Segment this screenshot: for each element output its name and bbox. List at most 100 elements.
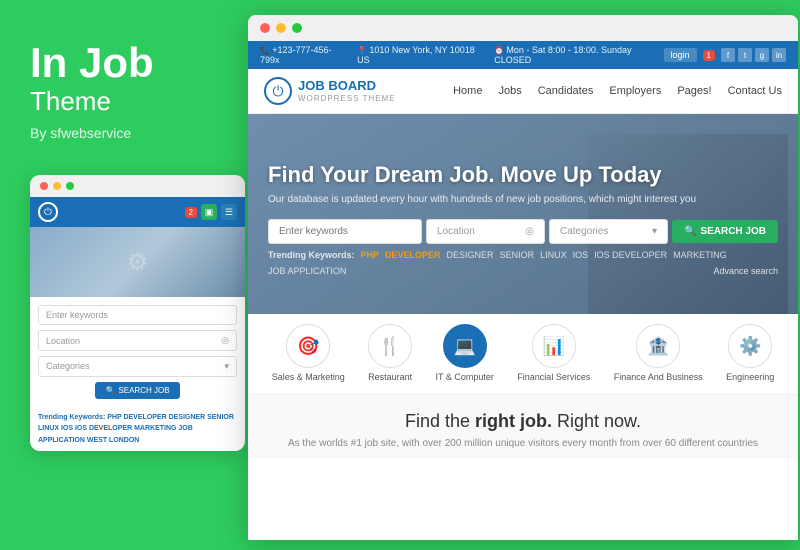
category-label: Sales & Marketing — [272, 372, 345, 384]
mini-logo-icon: ⏻ — [38, 202, 58, 222]
mini-hero: ⚙ — [30, 227, 245, 297]
main-browser: +123-777-456-799x 1010 New York, NY 1001… — [248, 15, 798, 540]
keyword-input[interactable] — [268, 219, 422, 244]
mini-browser-bar — [30, 175, 245, 197]
trending-tag-php[interactable]: PHP — [361, 250, 380, 260]
mini-browser: ⏻ 2 ▣ ☰ ⚙ Enter keywords Location ◎ — [30, 175, 245, 451]
mini-nav-icons: 2 ▣ ☰ — [185, 204, 237, 220]
topbar-address: 1010 New York, NY 10018 US — [357, 45, 484, 65]
category-item[interactable]: 🎯 Sales & Marketing — [272, 324, 345, 384]
brand-title: In Job — [30, 40, 218, 86]
category-icon: 🏦 — [636, 324, 680, 368]
category-item[interactable]: ⚙️Engineering — [726, 324, 774, 384]
mini-dot-green — [66, 182, 74, 190]
mini-nav: ⏻ 2 ▣ ☰ — [30, 197, 245, 227]
search-icon: 🔍 — [684, 226, 696, 237]
trending-row: Trending Keywords: PHP DEVELOPER DESIGNE… — [268, 250, 778, 276]
nav-item-jobs[interactable]: Jobs — [498, 85, 521, 97]
mini-badge: 2 — [185, 207, 197, 218]
topbar-hours: Mon - Sat 8:00 - 18:00. Sunday CLOSED — [494, 45, 663, 65]
categories-input[interactable]: Categories ▾ — [549, 219, 668, 244]
mini-trending: Trending Keywords: PHP DEVELOPER DESIGNE… — [30, 407, 245, 451]
brand-author: By sfwebservice — [30, 125, 218, 141]
linkedin-icon[interactable]: in — [772, 48, 786, 62]
main-browser-bar — [248, 15, 798, 41]
google-icon[interactable]: g — [755, 48, 769, 62]
main-dot-yellow — [276, 23, 286, 33]
mini-dot-red — [40, 182, 48, 190]
brand-subtitle: Theme — [30, 86, 218, 117]
category-label: IT & Computer — [436, 372, 494, 384]
nav-item-candidates[interactable]: Candidates — [538, 85, 594, 97]
topbar-right: login 1 f t g in — [664, 48, 786, 62]
hero-subtitle: Our database is updated every hour with … — [268, 194, 778, 205]
category-label: Restaurant — [368, 372, 412, 384]
site-hero: Find Your Dream Job. Move Up Today Our d… — [248, 114, 798, 314]
trending-tag-designer[interactable]: DESIGNER — [447, 250, 494, 260]
trending-tag-marketing[interactable]: MARKETING — [673, 250, 727, 260]
logo-text-block: JOB BOARD WORDPRESS THEME — [298, 79, 396, 102]
category-icon: 💻 — [443, 324, 487, 368]
bottom-desc: As the worlds #1 job site, with over 200… — [268, 438, 778, 449]
notif-badge: 1 — [703, 50, 715, 61]
main-dot-green — [292, 23, 302, 33]
trending-tag-senior[interactable]: SENIOR — [500, 250, 535, 260]
search-bar: Location ◎ Categories ▾ 🔍 SEARCH JOB — [268, 219, 778, 244]
chevron-down-icon: ▾ — [652, 226, 657, 237]
site-header: ⏻ JOB BOARD WORDPRESS THEME Home Jobs Cand… — [248, 69, 798, 114]
trending-label: Trending Keywords: — [268, 250, 355, 260]
trending-tag-ios[interactable]: IOS — [573, 250, 589, 260]
site-topbar: +123-777-456-799x 1010 New York, NY 1001… — [248, 41, 798, 69]
logo-icon: ⏻ — [264, 77, 292, 105]
mini-green-icon: ▣ — [201, 204, 217, 220]
search-job-button[interactable]: 🔍 SEARCH JOB — [672, 220, 778, 243]
nav-item-employers[interactable]: Employers — [609, 85, 661, 97]
facebook-icon[interactable]: f — [721, 48, 735, 62]
logo-subtext: WORDPRESS THEME — [298, 94, 396, 103]
twitter-icon[interactable]: t — [738, 48, 752, 62]
search-icon: 🔍 — [105, 386, 115, 395]
category-icon: ⚙️ — [728, 324, 772, 368]
location-input[interactable]: Location ◎ — [426, 219, 545, 244]
mini-keyword-input[interactable]: Enter keywords — [38, 305, 237, 325]
trending-tag-ios-dev[interactable]: IOS DEVELOPER — [594, 250, 667, 260]
bottom-section: Find the right job. Right now. As the wo… — [248, 395, 798, 459]
category-item[interactable]: 🍴 Restaurant — [368, 324, 412, 384]
location-pin-icon: ◎ — [525, 226, 534, 237]
hero-content: Find Your Dream Job. Move Up Today Our d… — [248, 114, 798, 314]
category-icon: 🍴 — [368, 324, 412, 368]
category-item[interactable]: 💻 IT & Computer — [436, 324, 494, 384]
social-icons: f t g in — [721, 48, 786, 62]
category-item[interactable]: 📊Financial Services — [517, 324, 590, 384]
topbar-left: +123-777-456-799x 1010 New York, NY 1001… — [260, 45, 664, 65]
mini-location-input[interactable]: Location ◎ — [38, 330, 237, 351]
hero-title: Find Your Dream Job. Move Up Today — [268, 162, 778, 188]
category-label: Finance And Business — [614, 372, 703, 384]
site-logo: ⏻ JOB BOARD WORDPRESS THEME — [264, 77, 396, 105]
advance-search-link[interactable]: Advance search — [713, 266, 778, 276]
topbar-phone: +123-777-456-799x — [260, 45, 347, 65]
mini-hero-bg: ⚙ — [30, 227, 245, 297]
trending-tag-job-app[interactable]: JOB APPLICATION — [268, 266, 346, 276]
mini-search-button[interactable]: 🔍 SEARCH JOB — [95, 382, 179, 399]
mini-search-area: Enter keywords Location ◎ Categories ▾ 🔍… — [30, 297, 245, 407]
gear-icon: ⚙ — [127, 248, 149, 277]
logo-name: JOB BOARD — [298, 79, 396, 93]
site-nav: Home Jobs Candidates Employers Pages! Contact… — [453, 85, 782, 97]
trending-tag-linux[interactable]: LINUX — [540, 250, 567, 260]
mini-dot-yellow — [53, 182, 61, 190]
login-button[interactable]: login — [664, 48, 697, 62]
category-item[interactable]: 🏦 Finance And Business — [614, 324, 703, 384]
nav-item-pages[interactable]: Pages! — [677, 85, 711, 97]
mini-categories-input[interactable]: Categories ▾ — [38, 356, 237, 377]
left-panel: In Job Theme By sfwebservice ⏻ 2 ▣ ☰ ⚙ — [0, 0, 248, 550]
bottom-title: Find the right job. Right now. — [268, 411, 778, 432]
nav-item-contactus[interactable]: Contact Us — [728, 85, 782, 97]
mini-blue-icon: ☰ — [221, 204, 237, 220]
mini-logo: ⏻ — [38, 202, 58, 222]
category-icon: 🎯 — [286, 324, 330, 368]
trending-tag-developer[interactable]: DEVELOPER — [385, 250, 441, 260]
category-icon: 📊 — [532, 324, 576, 368]
main-dot-red — [260, 23, 270, 33]
nav-item-home[interactable]: Home — [453, 85, 482, 97]
